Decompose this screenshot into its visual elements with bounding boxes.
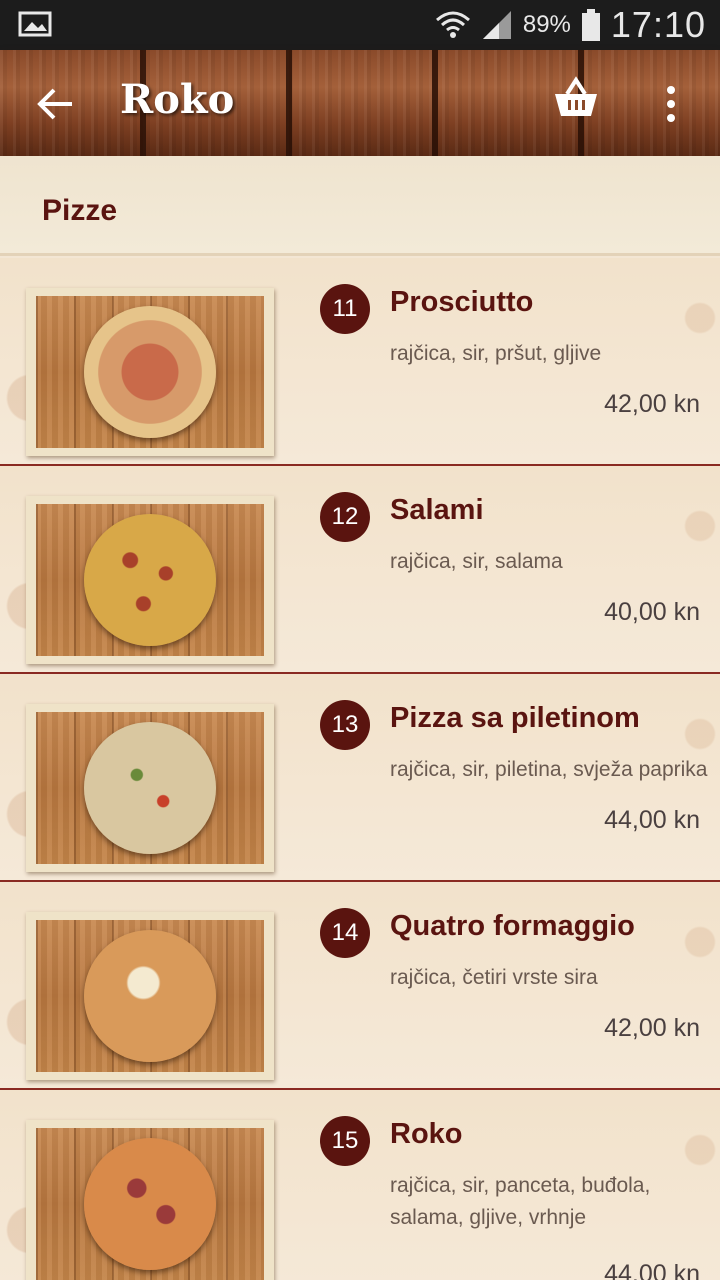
item-name: Prosciutto (390, 286, 534, 318)
pizza-photo (26, 704, 274, 872)
clock: 17:10 (610, 4, 706, 45)
section-header: Pizze (0, 156, 720, 256)
pizza-photo (26, 288, 274, 456)
item-number-badge: 15 (320, 1116, 370, 1166)
item-number-badge: 12 (320, 492, 370, 542)
item-price: 44,00 kn (604, 806, 700, 834)
signal-icon (482, 11, 511, 39)
item-number-badge: 14 (320, 908, 370, 958)
status-bar: 89% 17:10 (0, 0, 720, 50)
battery-icon (581, 9, 600, 41)
pizza-photo (26, 912, 274, 1080)
item-number-badge: 11 (320, 284, 370, 334)
item-price: 42,00 kn (604, 390, 700, 418)
section-title: Pizze (42, 194, 118, 227)
menu-list: 11 Prosciutto rajčica, sir, pršut, gljiv… (0, 258, 720, 1280)
basket-icon[interactable] (552, 76, 600, 122)
item-description: rajčica, sir, piletina, svježa paprika (390, 758, 708, 781)
item-description: rajčica, sir, salama (390, 550, 563, 573)
more-vert-icon[interactable] (656, 84, 686, 124)
list-item[interactable]: 12 Salami rajčica, sir, salama 40,00 kn (0, 466, 720, 674)
item-description: rajčica, sir, panceta, buđola, salama, g… (390, 1174, 651, 1229)
item-price: 40,00 kn (604, 598, 700, 626)
item-number-badge: 13 (320, 700, 370, 750)
pizza-photo (26, 1120, 274, 1280)
image-notification-icon (18, 11, 52, 37)
list-item[interactable]: 14 Quatro formaggio rajčica, četiri vrst… (0, 882, 720, 1090)
item-name: Quatro formaggio (390, 910, 635, 942)
list-item[interactable]: 11 Prosciutto rajčica, sir, pršut, gljiv… (0, 258, 720, 466)
item-description: rajčica, četiri vrste sira (390, 966, 598, 989)
battery-percent: 89% (522, 11, 571, 38)
back-arrow-icon[interactable] (36, 84, 76, 124)
item-description: rajčica, sir, pršut, gljive (390, 342, 602, 365)
pizza-photo (26, 496, 274, 664)
wifi-icon (435, 11, 470, 38)
app-toolbar: Roko (0, 50, 720, 156)
item-name: Salami (390, 494, 484, 526)
list-item[interactable]: 15 Roko rajčica, sir, panceta, buđola, s… (0, 1090, 720, 1280)
item-price: 42,00 kn (604, 1014, 700, 1042)
toolbar-title: Roko (120, 76, 235, 123)
list-item[interactable]: 13 Pizza sa piletinom rajčica, sir, pile… (0, 674, 720, 882)
item-name: Roko (390, 1118, 463, 1150)
item-name: Pizza sa piletinom (390, 702, 640, 734)
item-price: 44,00 kn (604, 1260, 700, 1280)
